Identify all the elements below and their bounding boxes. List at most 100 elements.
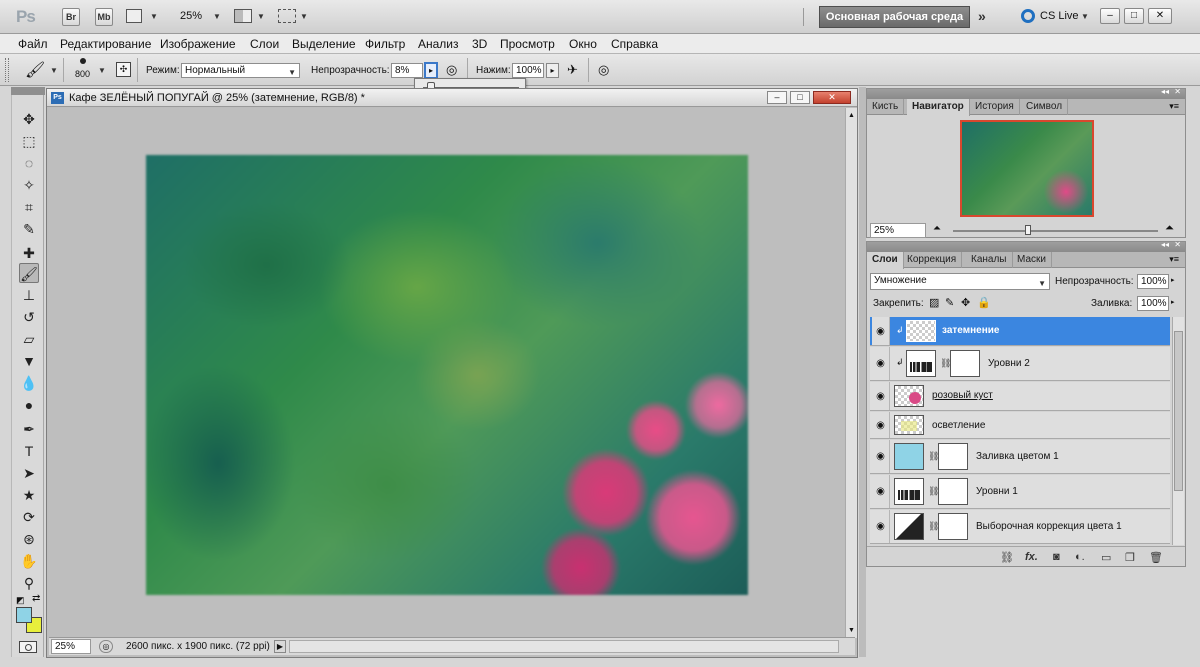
document-canvas-image[interactable] xyxy=(146,155,748,595)
layer-name[interactable]: Выборочная коррекция цвета 1 xyxy=(976,521,1122,532)
chevron-down-icon[interactable]: ▼ xyxy=(150,12,158,21)
opacity-slider-button[interactable]: ▸ xyxy=(424,62,438,79)
eraser-tool-icon[interactable]: ▱ xyxy=(19,329,39,349)
fill-input[interactable]: 100% xyxy=(1137,296,1169,311)
menu-edit[interactable]: Редактирование xyxy=(60,37,151,51)
default-colors-icon[interactable]: ◩ xyxy=(16,595,25,606)
layers-scrollbar[interactable] xyxy=(1172,317,1184,545)
chevron-down-icon[interactable]: ▼ xyxy=(213,12,221,21)
visibility-eye-icon[interactable]: ◉ xyxy=(872,475,890,508)
document-title-bar[interactable]: Ps Кафе ЗЕЛЁНЫЙ ПОПУГАЙ @ 25% (затемнени… xyxy=(47,89,857,107)
minimize-button[interactable]: – xyxy=(1100,8,1120,24)
panel-strip[interactable]: ◂◂ ✕ xyxy=(867,87,1185,99)
menu-image[interactable]: Изображение xyxy=(160,37,236,51)
visibility-eye-icon[interactable]: ◉ xyxy=(872,440,890,473)
menu-select[interactable]: Выделение xyxy=(292,37,356,51)
opacity-arrow-icon[interactable]: ▸ xyxy=(1171,276,1175,284)
eyedropper-tool-icon[interactable]: ✎ xyxy=(19,219,39,239)
zoom-level[interactable]: 25% xyxy=(180,10,202,22)
quick-mask-icon[interactable] xyxy=(19,641,37,653)
layer-row-urovni-2[interactable]: ◉ ↲ ⛓ Уровни 2 xyxy=(870,347,1170,381)
lock-pixels-icon[interactable]: ✎ xyxy=(945,296,954,309)
view-extras-icon[interactable] xyxy=(126,9,142,23)
maximize-button[interactable]: □ xyxy=(1124,8,1144,24)
panel-strip[interactable]: ◂◂ ✕ xyxy=(867,240,1185,252)
paint-bucket-tool-icon[interactable]: ▼ xyxy=(19,351,39,371)
tab-navigator[interactable]: Навигатор xyxy=(907,99,970,116)
scroll-thumb[interactable] xyxy=(1174,331,1183,491)
dodge-tool-icon[interactable]: ● xyxy=(19,395,39,415)
workspace-button[interactable]: Основная рабочая среда xyxy=(819,6,970,28)
navigator-slider-thumb[interactable] xyxy=(1025,225,1031,235)
menu-window[interactable]: Окно xyxy=(569,37,597,51)
collapse-icon[interactable]: ◂◂ xyxy=(1161,87,1169,96)
panel-menu-icon[interactable]: ▾≡ xyxy=(1169,254,1179,265)
zoom-out-icon[interactable]: ⏶ xyxy=(933,223,941,234)
visibility-eye-icon[interactable]: ◉ xyxy=(872,317,890,345)
scroll-up-icon[interactable]: ▲ xyxy=(848,112,855,119)
3d-rotate-tool-icon[interactable]: ⟳ xyxy=(19,507,39,527)
doc-minimize-button[interactable]: – xyxy=(767,91,787,104)
chevron-down-icon[interactable]: ▼ xyxy=(1081,12,1089,21)
new-adjustment-layer-icon[interactable]: ◐. xyxy=(1075,551,1085,563)
scroll-down-icon[interactable]: ▼ xyxy=(848,627,855,634)
pressure-opacity-icon[interactable]: ◎ xyxy=(446,62,457,78)
tab-layers[interactable]: Слои xyxy=(867,252,904,269)
cs-live-label[interactable]: CS Live xyxy=(1040,10,1079,22)
add-mask-icon[interactable]: ◙ xyxy=(1053,551,1060,563)
pressure-size-icon[interactable]: ◎ xyxy=(598,62,609,78)
tab-history[interactable]: История xyxy=(970,99,1020,115)
layer-row-zatemnenie[interactable]: ◉ ↲ затемнение xyxy=(870,317,1170,346)
bridge-button[interactable]: Br xyxy=(62,8,80,26)
pen-tool-icon[interactable]: ✒ xyxy=(19,419,39,439)
doc-restore-button[interactable]: □ xyxy=(790,91,810,104)
type-tool-icon[interactable]: T xyxy=(19,441,39,461)
layer-style-fx-icon[interactable]: fx. xyxy=(1025,551,1038,563)
arrange-documents-icon[interactable] xyxy=(234,9,252,23)
foreground-color-swatch[interactable] xyxy=(16,607,32,623)
status-menu-arrow-icon[interactable]: ▶ xyxy=(274,640,286,653)
tab-brush[interactable]: Кисть xyxy=(867,99,905,115)
grip-handle[interactable] xyxy=(5,58,9,82)
layer-mask-thumbnail[interactable] xyxy=(938,443,968,470)
horizontal-scrollbar[interactable] xyxy=(289,640,839,653)
navigator-zoom-slider[interactable] xyxy=(953,230,1158,232)
layer-mask-thumbnail[interactable] xyxy=(938,478,968,505)
zoom-in-icon[interactable]: ⏶ xyxy=(1165,222,1174,235)
visibility-eye-icon[interactable]: ◉ xyxy=(872,510,890,543)
layer-opacity-input[interactable]: 100% xyxy=(1137,274,1169,289)
path-selection-tool-icon[interactable]: ➤ xyxy=(19,463,39,483)
layer-mask-thumbnail[interactable] xyxy=(938,513,968,540)
layer-row-rozovyj-kust[interactable]: ◉ розовый куст xyxy=(870,382,1170,411)
menu-layer[interactable]: Слои xyxy=(250,37,279,51)
collapse-icon[interactable]: ◂◂ xyxy=(1161,240,1169,249)
visibility-eye-icon[interactable]: ◉ xyxy=(872,347,890,380)
tab-masks[interactable]: Маски xyxy=(1012,252,1052,268)
panel-dock-divider[interactable] xyxy=(859,87,866,657)
status-zoom-input[interactable]: 25% xyxy=(51,639,91,654)
navigator-preview[interactable] xyxy=(960,120,1094,217)
vertical-scrollbar[interactable]: ▲ ▼ xyxy=(845,108,857,638)
layer-name[interactable]: Уровни 2 xyxy=(988,358,1030,369)
layer-row-urovni-1[interactable]: ◉ ⛓ Уровни 1 xyxy=(870,475,1170,509)
new-layer-icon[interactable]: ❐ xyxy=(1125,551,1135,564)
history-brush-tool-icon[interactable]: ↺ xyxy=(19,307,39,327)
opacity-input[interactable]: 8% xyxy=(391,63,423,78)
menu-3d[interactable]: 3D xyxy=(472,37,487,51)
marquee-tool-icon[interactable]: ⬚ xyxy=(19,131,39,151)
lock-position-icon[interactable]: ✥ xyxy=(961,296,970,309)
layer-name[interactable]: Заливка цветом 1 xyxy=(976,451,1059,462)
visibility-eye-icon[interactable]: ◉ xyxy=(872,412,890,438)
lasso-tool-icon[interactable]: ◌ xyxy=(19,153,39,173)
brush-picker-chevron-icon[interactable]: ▼ xyxy=(98,66,106,75)
close-panel-icon[interactable]: ✕ xyxy=(1174,87,1181,96)
layer-mask-thumbnail[interactable] xyxy=(950,350,980,377)
menu-view[interactable]: Просмотр xyxy=(500,37,555,51)
chevron-down-icon[interactable]: ▼ xyxy=(300,12,308,21)
airbrush-icon[interactable]: ✈ xyxy=(567,62,578,78)
fill-arrow-icon[interactable]: ▸ xyxy=(1171,298,1175,306)
tab-channels[interactable]: Каналы xyxy=(966,252,1013,268)
new-group-icon[interactable]: ▭ xyxy=(1101,551,1111,564)
clone-stamp-tool-icon[interactable]: ⊥ xyxy=(19,285,39,305)
mini-bridge-button[interactable]: Mb xyxy=(95,8,113,26)
